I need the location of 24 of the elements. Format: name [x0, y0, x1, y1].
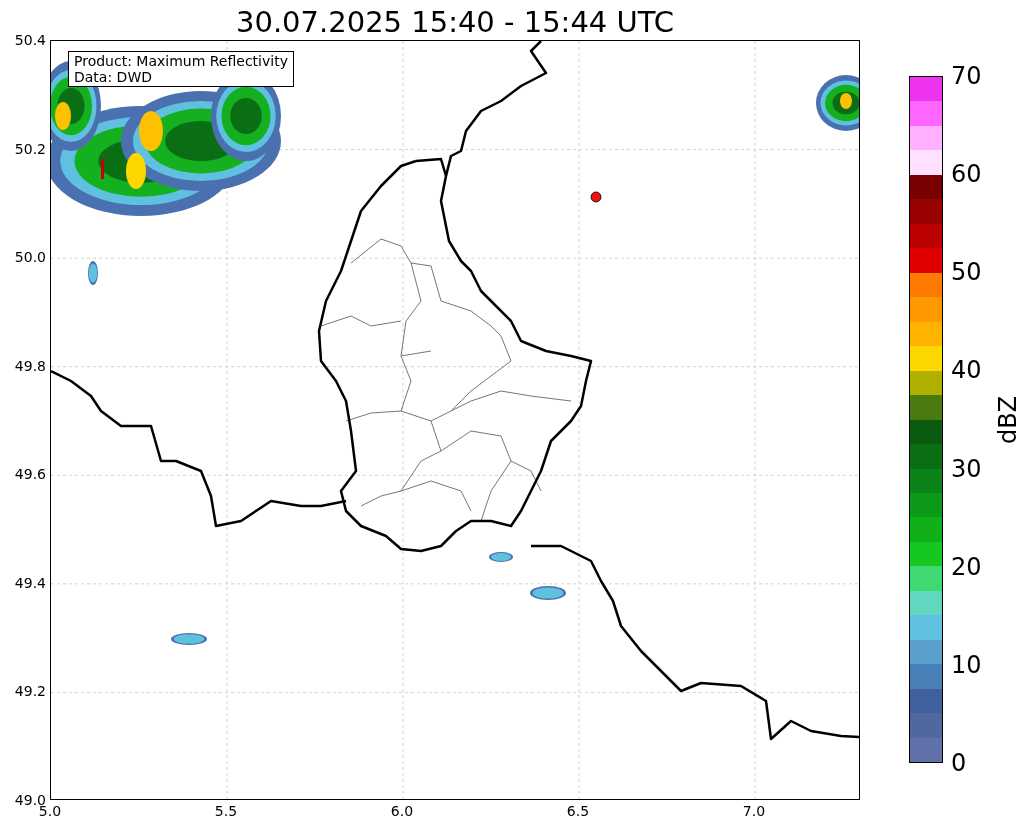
y-tick-label: 50.2	[14, 140, 46, 157]
scale-tick-label: 40	[951, 357, 982, 384]
y-tick-label: 50.4	[14, 32, 46, 48]
y-tick-label: 49.2	[14, 683, 46, 700]
scale-tick-label: 50	[951, 259, 982, 286]
scale-tick-label: 30	[951, 455, 982, 482]
location-marker	[590, 191, 602, 203]
x-tick-label: 6.5	[566, 802, 590, 820]
x-tick-label: 5.5	[214, 802, 238, 820]
scale-tick-label: 10	[951, 651, 982, 678]
y-tick-label: 49.6	[14, 466, 46, 483]
x-tick-label: 6.0	[390, 802, 414, 820]
y-tick-label: 49.4	[14, 574, 46, 591]
info-text: Data: DWD	[74, 69, 153, 85]
y-tick-label: 50.0	[14, 249, 46, 266]
scale-tick-label: 20	[951, 553, 982, 580]
y-tick-label: 49.8	[14, 357, 46, 374]
scale-tick-label: 60	[951, 161, 982, 188]
chart-title: 30.07.2025 15:40 - 15:44 UTC	[236, 4, 674, 40]
scale-tick-label: 70	[951, 63, 982, 89]
x-tick-label: 7.0	[742, 802, 766, 820]
info-text: Product: Maximum Reflectivity	[74, 53, 288, 69]
scale-label: dBZ	[995, 395, 1021, 444]
scale-tick-label: 0	[951, 750, 967, 776]
